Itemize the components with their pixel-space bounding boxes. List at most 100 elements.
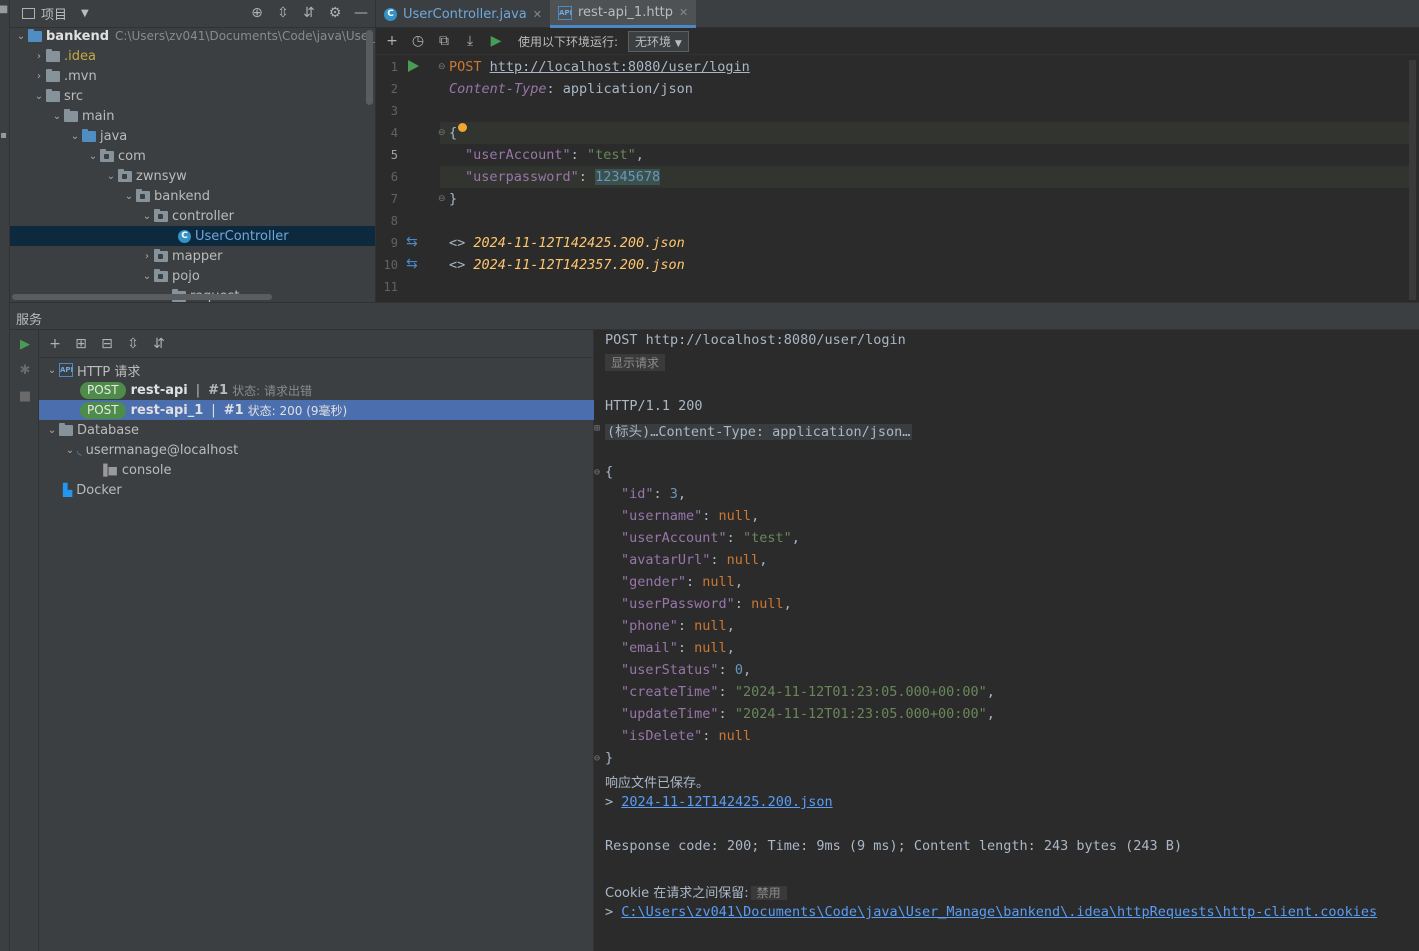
gear-icon[interactable]: ⚙	[327, 5, 343, 21]
close-icon[interactable]: ✕	[533, 8, 542, 21]
fold-icon[interactable]: ⊖	[438, 194, 446, 204]
chevron-down-icon[interactable]: ⌄	[14, 31, 28, 42]
chevron-down-icon[interactable]: ⌄	[140, 211, 154, 222]
chevron-down-icon[interactable]: ⌄	[104, 171, 118, 182]
tree-item-java[interactable]: ⌄ java	[68, 126, 127, 146]
expand-all-icon[interactable]: ⇳	[275, 5, 291, 21]
tree-item-mapper[interactable]: › mapper	[140, 246, 222, 266]
compare-icon[interactable]: ⇆	[406, 234, 418, 250]
code-line-5: "userAccount": "test",	[465, 144, 644, 166]
chevron-down-icon[interactable]: ⌄	[68, 131, 82, 142]
json-key: "isDelete"	[621, 728, 703, 744]
chevron-down-icon[interactable]: ⌄	[140, 271, 154, 282]
cookie-path-link[interactable]: C:\Users\zv041\Documents\Code\java\User_…	[621, 904, 1377, 920]
cookie-state-badge[interactable]: 禁用	[750, 886, 787, 900]
chevron-down-icon[interactable]: ⌄	[86, 151, 100, 162]
tab-usercontroller[interactable]: C UserController.java ✕	[376, 0, 550, 28]
chevron-down-icon[interactable]: ⌄	[50, 111, 64, 122]
lightbulb-icon[interactable]	[458, 123, 467, 132]
tree-item-usercontroller[interactable]: C UserController	[10, 226, 375, 246]
tree-item-src[interactable]: ⌄ src	[32, 86, 83, 106]
tree-item-pojo[interactable]: ⌄ pojo	[140, 266, 200, 286]
response-file-ref[interactable]: 2024-11-12T142425.200.json	[473, 235, 684, 251]
run-icon[interactable]: ▶	[18, 338, 32, 352]
chevron-down-icon[interactable]: ▼	[81, 8, 89, 19]
java-class-icon: C	[384, 7, 397, 21]
json-key: "userAccount"	[621, 530, 727, 546]
run-request-icon[interactable]	[408, 60, 419, 72]
chevron-down-icon[interactable]: ⌄	[63, 445, 77, 456]
code-area[interactable]: 1 2 3 4 5 6 7 8 9 10 11 ⇆ ⇆ ⊖ ⊖ ⊖ POST h…	[376, 56, 1419, 302]
request-item-selected[interactable]: POST rest-api_1 | #1 状态: 200 (9毫秒)	[39, 400, 594, 420]
strip-label-project[interactable]: ■	[0, 4, 9, 15]
response-pane[interactable]: POST http://localhost:8080/user/login 显示…	[594, 330, 1419, 951]
env-select[interactable]: 无环境 ▼	[628, 30, 689, 52]
show-request-button[interactable]: 显示请求	[605, 354, 666, 371]
chevron-down-icon[interactable]: ⌄	[122, 191, 136, 202]
collapse-all-icon[interactable]: ⇵	[301, 5, 317, 21]
fold-icon[interactable]: ⊖	[594, 467, 600, 478]
json-key: "gender"	[621, 574, 687, 590]
response-headers-collapsed[interactable]: (标头)…Content-Type: application/json…	[605, 420, 913, 440]
tree-item-zwnsyw[interactable]: ⌄ zwnsyw	[104, 166, 187, 186]
services-group-http[interactable]: ⌄ API HTTP 请求	[45, 360, 140, 380]
stop-icon[interactable]: ■	[18, 390, 32, 404]
folder-icon	[46, 68, 60, 82]
expand-icon[interactable]: ⊞	[594, 423, 600, 434]
fold-icon[interactable]: ⊖	[438, 62, 446, 72]
db-connection[interactable]: ⌄ ◟ usermanage@localhost	[63, 440, 238, 460]
strip-label-merge-requests[interactable]: ▪	[0, 130, 9, 141]
chevron-down-icon[interactable]: ⌄	[45, 425, 59, 436]
fold-icon[interactable]: ⊖	[594, 753, 600, 764]
json-comma: ,	[791, 530, 800, 546]
editor-pane: C UserController.java ✕ API rest-api_1.h…	[375, 0, 1419, 302]
copy-icon[interactable]: ⧉	[436, 33, 452, 49]
editor-scrollbar[interactable]	[1409, 60, 1416, 300]
compare-icon[interactable]: ⇆	[406, 256, 418, 272]
json-field-line: "userAccount": "test",	[621, 530, 800, 546]
services-group-docker[interactable]: ▙ Docker	[63, 480, 122, 500]
tree-item-idea[interactable]: › .idea	[32, 46, 96, 66]
chevron-right-icon[interactable]: ›	[140, 251, 154, 262]
request-url[interactable]: http://localhost:8080/user/login	[490, 59, 750, 75]
json-key: "userStatus"	[621, 662, 719, 678]
db-console[interactable]: ▐■ console	[99, 460, 172, 480]
expand-all-icon[interactable]: ⇳	[125, 336, 141, 352]
chevron-right-icon[interactable]: ›	[32, 71, 46, 82]
saved-file-link[interactable]: 2024-11-12T142425.200.json	[621, 794, 832, 810]
chevron-down-icon[interactable]: ⌄	[32, 91, 46, 102]
tree-item-bankend-root[interactable]: ⌄ bankend C:\Users\zv041\Documents\Code\…	[14, 26, 375, 46]
chevron-down-icon[interactable]: ⌄	[45, 365, 59, 376]
tab-rest-api-1[interactable]: API rest-api_1.http ✕	[549, 0, 697, 28]
locate-icon[interactable]: ⊕	[249, 5, 265, 21]
folder-icon	[46, 48, 60, 62]
debug-icon[interactable]: ✱	[18, 364, 32, 378]
json-value: null	[718, 508, 752, 524]
filter-icon[interactable]: ⊟	[99, 336, 115, 352]
services-group-database[interactable]: ⌄ Database	[45, 420, 139, 440]
tree-item-com[interactable]: ⌄ com	[86, 146, 146, 166]
tree-item-bankend[interactable]: ⌄ bankend	[122, 186, 210, 206]
project-scrollbar-horizontal[interactable]	[12, 294, 272, 300]
line-number: 1	[390, 60, 398, 74]
response-file-ref[interactable]: 2024-11-12T142357.200.json	[473, 257, 684, 273]
fold-icon[interactable]: ⊖	[438, 128, 446, 138]
tree-item-path: C:\Users\zv041\Documents\Code\java\User_…	[115, 29, 375, 43]
close-icon[interactable]: ✕	[679, 6, 688, 19]
tree-item-mvn[interactable]: › .mvn	[32, 66, 97, 86]
run-all-icon[interactable]: ▶	[488, 33, 504, 49]
project-title[interactable]: 项目	[41, 4, 67, 23]
request-item[interactable]: POST rest-api | #1 状态: 请求出错	[80, 380, 312, 400]
project-scrollbar-vertical[interactable]	[366, 30, 373, 105]
add-icon[interactable]: +	[384, 33, 400, 49]
tree-item-main[interactable]: ⌄ main	[50, 106, 114, 126]
minimize-icon[interactable]: —	[353, 5, 369, 21]
chevron-right-icon[interactable]: ›	[32, 51, 46, 62]
add-icon[interactable]: +	[47, 336, 63, 352]
group-icon[interactable]: ⊞	[73, 336, 89, 352]
import-icon[interactable]: ⤓	[462, 33, 478, 49]
services-header: 服务	[10, 302, 1419, 330]
collapse-all-icon[interactable]: ⇵	[151, 336, 167, 352]
tree-item-controller[interactable]: ⌄ controller	[140, 206, 234, 226]
history-icon[interactable]: ◷	[410, 33, 426, 49]
